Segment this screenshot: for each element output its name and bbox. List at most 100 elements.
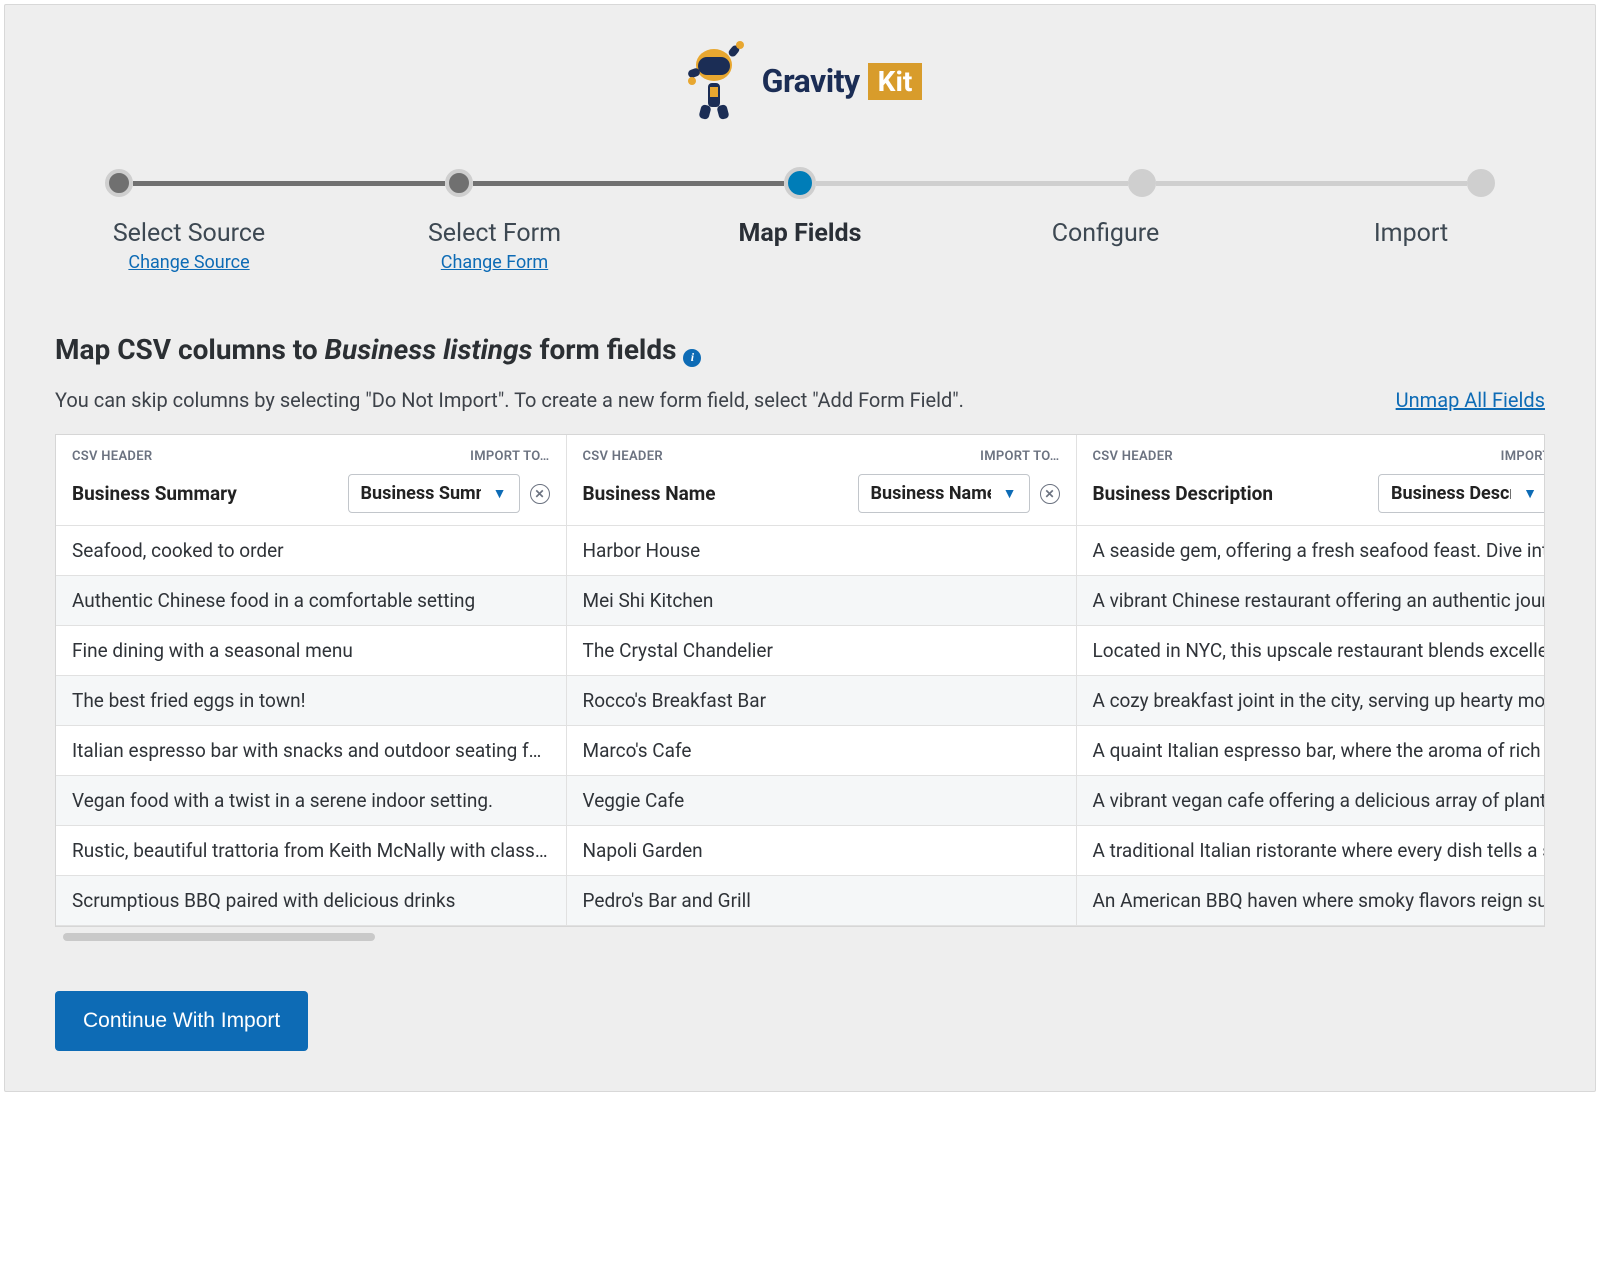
content-area: Map CSV columns to Business listings for… xyxy=(5,333,1595,941)
logo-row: GravityKit xyxy=(5,5,1595,151)
cell: Marco's Cafe xyxy=(566,726,1076,776)
heading-prefix: Map CSV columns to xyxy=(55,333,325,366)
step-title: Map Fields xyxy=(716,219,884,248)
cell: Authentic Chinese food in a comfortable … xyxy=(56,576,566,626)
cell: An American BBQ haven where smoky flavor… xyxy=(1076,876,1545,926)
cell: Located in NYC, this upscale restaurant … xyxy=(1076,626,1545,676)
cell: Rustic, beautiful trattoria from Keith M… xyxy=(56,826,566,876)
instruction-text: You can skip columns by selecting "Do No… xyxy=(55,388,964,412)
table-row: Italian espresso bar with snacks and out… xyxy=(56,726,1545,776)
heading-row: Map CSV columns to Business listings for… xyxy=(55,333,1545,366)
cell: Napoli Garden xyxy=(566,826,1076,876)
cell: Vegan food with a twist in a serene indo… xyxy=(56,776,566,826)
select-value: Business Summary xyxy=(361,483,481,504)
mapping-table-scroll[interactable]: CSV HEADER IMPORT TO… Business Summary B… xyxy=(55,434,1545,927)
cell: A traditional Italian ristorante where e… xyxy=(1076,826,1545,876)
heading-form-name: Business listings xyxy=(325,333,533,366)
step-label-import: Import xyxy=(1327,219,1495,273)
cell: Rocco's Breakfast Bar xyxy=(566,676,1076,726)
import-to-select[interactable]: Business Name ▼ xyxy=(858,474,1030,513)
column-header: CSV HEADER IMPORT TO… Business Summary B… xyxy=(56,435,566,526)
import-to-label: IMPORT TO… xyxy=(470,449,549,464)
step-title: Configure xyxy=(1022,219,1190,248)
cell: A vibrant vegan cafe offering a deliciou… xyxy=(1076,776,1545,826)
cell: A vibrant Chinese restaurant offering an… xyxy=(1076,576,1545,626)
logo-text-gravity: Gravity xyxy=(762,62,860,100)
step-title: Select Source xyxy=(105,219,273,248)
heading-suffix: form fields xyxy=(532,333,676,366)
cell: Italian espresso bar with snacks and out… xyxy=(56,726,566,776)
info-icon[interactable]: i xyxy=(683,349,701,367)
table-row: Authentic Chinese food in a comfortable … xyxy=(56,576,1545,626)
csv-header-name: Business Description xyxy=(1093,482,1369,505)
clear-mapping-button[interactable]: ✕ xyxy=(530,484,550,504)
import-to-select[interactable]: Business Summary ▼ xyxy=(348,474,520,513)
csv-header-name: Business Name xyxy=(583,482,848,505)
cell: Scrumptious BBQ paired with delicious dr… xyxy=(56,876,566,926)
step-dot-configure[interactable] xyxy=(1128,169,1156,197)
csv-header-label: CSV HEADER xyxy=(1093,449,1173,464)
gravitykit-logo: GravityKit xyxy=(678,39,923,123)
table-row: Scrumptious BBQ paired with delicious dr… xyxy=(56,876,1545,926)
continue-with-import-button[interactable]: Continue With Import xyxy=(55,991,308,1051)
column-header: CSV HEADER IMPORT TO… Business Name Busi… xyxy=(566,435,1076,526)
csv-header-name: Business Summary xyxy=(72,482,338,505)
step-dot-select-form[interactable] xyxy=(445,169,473,197)
cell: Pedro's Bar and Grill xyxy=(566,876,1076,926)
table-row: Vegan food with a twist in a serene indo… xyxy=(56,776,1545,826)
cell: Seafood, cooked to order xyxy=(56,526,566,576)
change-form-link[interactable]: Change Form xyxy=(441,252,548,273)
connector xyxy=(133,181,445,186)
chevron-down-icon: ▼ xyxy=(1003,485,1017,502)
cell: A seaside gem, offering a fresh seafood … xyxy=(1076,526,1545,576)
step-dot-map-fields[interactable] xyxy=(784,167,816,199)
step-title: Select Form xyxy=(411,219,579,248)
horizontal-scrollbar[interactable] xyxy=(55,933,1545,941)
step-label-configure: Configure xyxy=(1022,219,1190,273)
logo-text-kit: Kit xyxy=(868,63,923,100)
wizard-stepper: Select Source Change Source Select Form … xyxy=(5,151,1595,309)
step-dot-select-source[interactable] xyxy=(105,169,133,197)
cell: The best fried eggs in town! xyxy=(56,676,566,726)
table-row: Rustic, beautiful trattoria from Keith M… xyxy=(56,826,1545,876)
step-dot-import[interactable] xyxy=(1467,169,1495,197)
step-label-select-form: Select Form Change Form xyxy=(411,219,579,273)
connector xyxy=(473,181,785,186)
cell: Fine dining with a seasonal menu xyxy=(56,626,566,676)
chevron-down-icon: ▼ xyxy=(1523,485,1537,502)
unmap-all-link[interactable]: Unmap All Fields xyxy=(1396,388,1545,412)
connector xyxy=(816,181,1128,186)
cell: The Crystal Chandelier xyxy=(566,626,1076,676)
cell: Mei Shi Kitchen xyxy=(566,576,1076,626)
clear-mapping-button[interactable]: ✕ xyxy=(1040,484,1060,504)
cell: A quaint Italian espresso bar, where the… xyxy=(1076,726,1545,776)
import-to-label: IMPORT TO… xyxy=(980,449,1059,464)
cell: Veggie Cafe xyxy=(566,776,1076,826)
connector xyxy=(1156,181,1468,186)
sub-heading-row: You can skip columns by selecting "Do No… xyxy=(55,388,1545,412)
table-row: The best fried eggs in town! Rocco's Bre… xyxy=(56,676,1545,726)
step-label-select-source: Select Source Change Source xyxy=(105,219,273,273)
stepper-track xyxy=(105,167,1495,199)
step-labels: Select Source Change Source Select Form … xyxy=(105,219,1495,273)
change-source-link[interactable]: Change Source xyxy=(128,252,249,273)
select-value: Business Description xyxy=(1391,483,1511,504)
import-wizard-page: GravityKit Select Source Change Source S… xyxy=(4,4,1596,1092)
chevron-down-icon: ▼ xyxy=(493,485,507,502)
import-to-label: IMPORT TO… xyxy=(1501,449,1545,464)
step-title: Import xyxy=(1327,219,1495,248)
footer-actions: Continue With Import xyxy=(5,941,1595,1051)
csv-header-label: CSV HEADER xyxy=(583,449,663,464)
csv-header-label: CSV HEADER xyxy=(72,449,152,464)
import-to-select[interactable]: Business Description ▼ xyxy=(1378,474,1545,513)
scroll-thumb[interactable] xyxy=(63,933,375,941)
column-header: CSV HEADER IMPORT TO… Business Descripti… xyxy=(1076,435,1545,526)
cell: A cozy breakfast joint in the city, serv… xyxy=(1076,676,1545,726)
step-label-map-fields: Map Fields xyxy=(716,219,884,273)
cell: Harbor House xyxy=(566,526,1076,576)
page-heading: Map CSV columns to Business listings for… xyxy=(55,333,701,366)
astronaut-icon xyxy=(678,39,750,123)
mapping-table: CSV HEADER IMPORT TO… Business Summary B… xyxy=(56,435,1545,926)
table-row: Seafood, cooked to order Harbor House A … xyxy=(56,526,1545,576)
select-value: Business Name xyxy=(871,483,991,504)
